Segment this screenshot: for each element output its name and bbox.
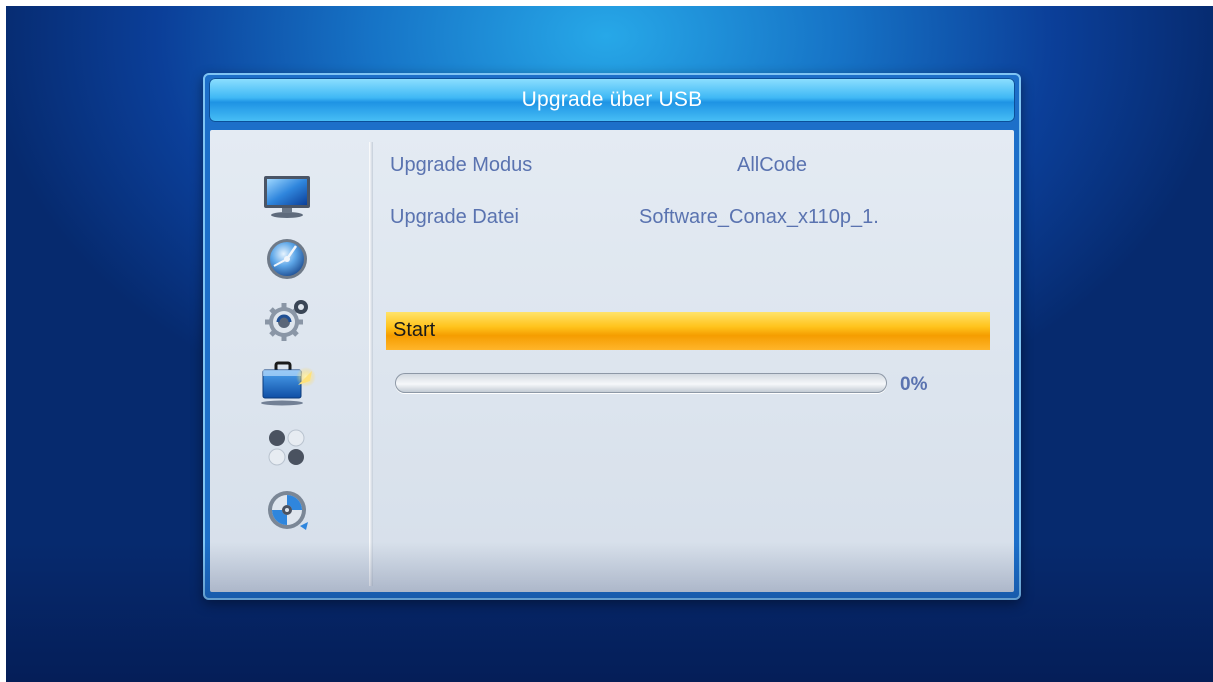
gears-icon[interactable] <box>262 296 312 342</box>
dialog-content-panel: Upgrade Modus AllCode Upgrade Datei Soft… <box>210 130 1014 592</box>
start-button[interactable]: Start <box>386 312 990 350</box>
upgrade-mode-value[interactable]: AllCode <box>737 154 807 177</box>
upgrade-mode-label: Upgrade Modus <box>390 154 533 176</box>
progress-percent: 0% <box>900 374 928 395</box>
sidebar-divider <box>369 142 373 586</box>
dialog-title: Upgrade über USB <box>521 88 703 111</box>
upgrade-file-label: Upgrade Datei <box>390 206 519 228</box>
upgrade-progress-bar <box>395 373 887 393</box>
media-disc-icon[interactable] <box>262 486 312 532</box>
upgrade-file-value[interactable]: Software_Conax_x110p_1. <box>639 206 879 229</box>
games-balls-icon[interactable] <box>262 424 312 470</box>
toolbox-icon[interactable] <box>260 361 316 407</box>
satellite-dish-icon[interactable] <box>262 236 312 282</box>
dialog-title-bar: Upgrade über USB <box>209 78 1015 122</box>
tv-monitor-icon[interactable] <box>262 174 312 220</box>
start-label: Start <box>393 319 436 341</box>
upgrade-dialog: Upgrade über USB Upgrade Modus AllCode U… <box>203 73 1021 600</box>
tv-screen-background: Upgrade über USB Upgrade Modus AllCode U… <box>6 6 1213 682</box>
